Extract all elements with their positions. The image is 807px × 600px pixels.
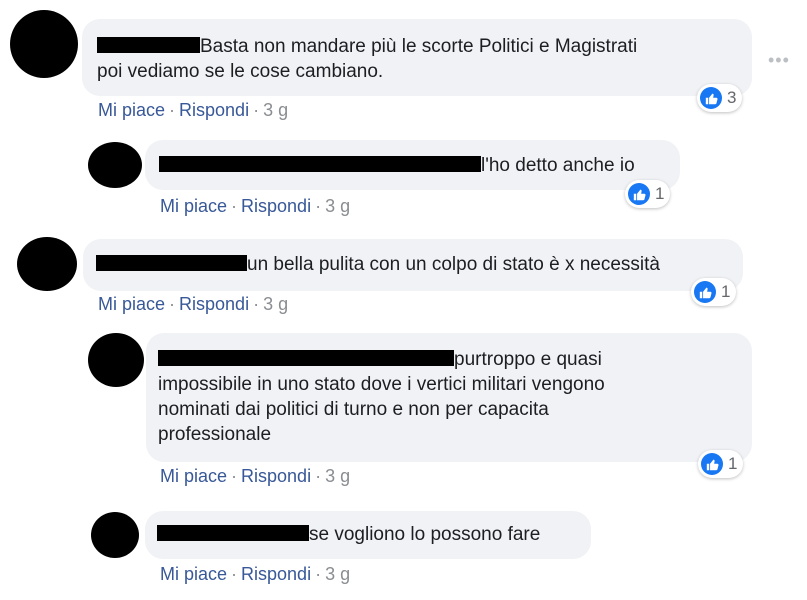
comment-text-line: Basta non mandare più le scorte Politici…	[97, 34, 752, 59]
like-link[interactable]: Mi piace	[160, 466, 227, 486]
reply-link[interactable]: Rispondi	[241, 196, 311, 216]
timestamp[interactable]: 3 g	[325, 466, 350, 486]
comment-bubble: l'ho detto anche io	[145, 140, 680, 190]
timestamp[interactable]: 3 g	[325, 196, 350, 216]
comment-bubble: un bella pulita con un colpo di stato è …	[83, 239, 743, 291]
comment-actions: Mi piace · Rispondi · 3 g	[160, 466, 351, 486]
comment-text-line: un bella pulita con un colpo di stato è …	[96, 252, 743, 277]
reaction-count: 1	[728, 454, 738, 473]
redacted-author-name	[157, 525, 309, 541]
avatar[interactable]	[17, 237, 77, 291]
like-link[interactable]: Mi piace	[98, 294, 165, 314]
comment-actions: Mi piace · Rispondi · 3 g	[160, 196, 351, 216]
like-link[interactable]: Mi piace	[98, 100, 165, 120]
timestamp[interactable]: 3 g	[325, 564, 350, 584]
redacted-author-name	[159, 156, 481, 172]
reply-link[interactable]: Rispondi	[179, 100, 249, 120]
comment-actions: Mi piace · Rispondi · 3 g	[160, 564, 351, 584]
timestamp[interactable]: 3 g	[263, 294, 288, 314]
comment-text-line: nominati dai politici di turno e non per…	[158, 399, 549, 420]
comment-text-line: se vogliono lo possono fare	[157, 522, 591, 547]
thumbs-up-icon	[700, 87, 722, 109]
redacted-author-name	[97, 37, 200, 53]
reaction-count: 1	[721, 282, 731, 301]
redacted-author-name	[96, 255, 247, 271]
comment-text-line: poi vediamo se le cose cambiano.	[97, 61, 384, 82]
reply-link[interactable]: Rispondi	[179, 294, 249, 314]
comment-actions: Mi piace · Rispondi · 3 g	[98, 100, 289, 120]
like-link[interactable]: Mi piace	[160, 196, 227, 216]
avatar[interactable]	[91, 512, 139, 558]
like-link[interactable]: Mi piace	[160, 564, 227, 584]
avatar[interactable]	[10, 10, 78, 78]
timestamp[interactable]: 3 g	[263, 100, 288, 120]
reaction-count: 3	[727, 88, 737, 107]
more-options-icon[interactable]: •••	[768, 50, 790, 71]
comment-text-line: l'ho detto anche io	[159, 153, 680, 178]
comment-bubble: se vogliono lo possono fare	[145, 511, 591, 559]
comment-actions: Mi piace · Rispondi · 3 g	[98, 294, 289, 314]
reaction-count-badge[interactable]: 1	[625, 180, 671, 208]
comment-text-line: professionale	[158, 424, 272, 445]
comment-bubble: purtroppo e quasi impossibile in uno sta…	[146, 333, 752, 462]
thumbs-up-icon	[694, 281, 716, 303]
comment-bubble: Basta non mandare più le scorte Politici…	[82, 19, 752, 96]
avatar[interactable]	[88, 142, 142, 188]
reaction-count: 1	[655, 184, 665, 203]
avatar[interactable]	[88, 333, 144, 387]
reaction-count-badge[interactable]: 3	[697, 84, 743, 112]
thumbs-up-icon	[628, 183, 650, 205]
reaction-count-badge[interactable]: 1	[691, 278, 737, 306]
reaction-count-badge[interactable]: 1	[698, 450, 744, 478]
comment-text-line: purtroppo e quasi	[158, 347, 752, 372]
reply-link[interactable]: Rispondi	[241, 564, 311, 584]
redacted-author-name	[158, 350, 454, 366]
reply-link[interactable]: Rispondi	[241, 466, 311, 486]
comment-text-line: impossibile in uno stato dove i vertici …	[158, 374, 605, 395]
thumbs-up-icon	[701, 453, 723, 475]
